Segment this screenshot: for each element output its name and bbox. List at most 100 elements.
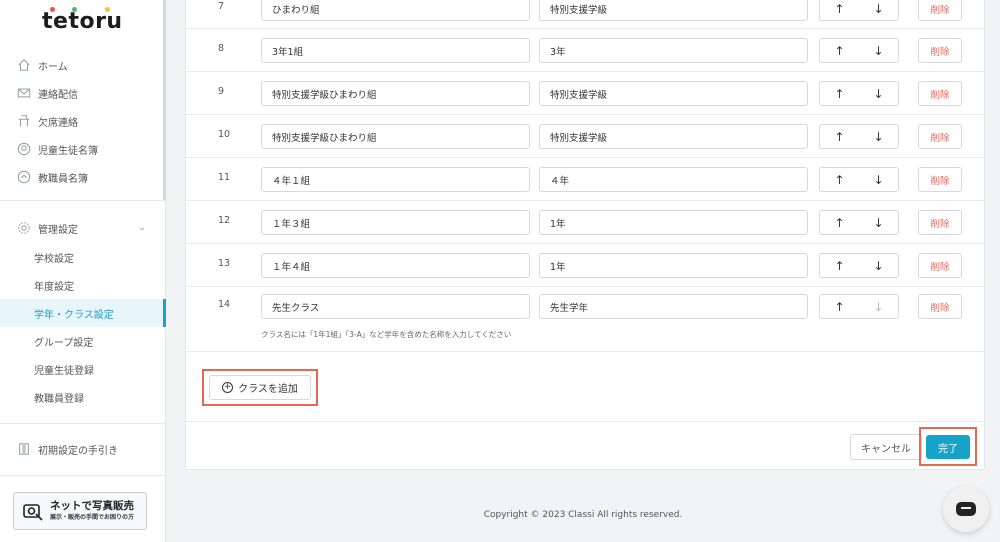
delete-button[interactable]: 削除	[918, 210, 962, 235]
logo-text: tetoru	[42, 9, 123, 34]
grade-select[interactable]: 特別支援学級	[539, 124, 808, 149]
grade-select[interactable]: 特別支援学級	[539, 0, 808, 21]
move-down-button[interactable]: ↓	[859, 254, 898, 277]
done-button[interactable]: 完了	[926, 435, 970, 459]
sub-item-label: 教職員登録	[34, 393, 84, 405]
delete-button[interactable]: 削除	[918, 0, 962, 21]
sub-student-registration[interactable]: 児童生徒登録	[0, 355, 166, 383]
copyright-text: Copyright © 2023 Classi All rights reser…	[483, 510, 683, 520]
footer: Copyright © 2023 Classi All rights reser…	[166, 488, 1000, 542]
delete-button[interactable]: 削除	[918, 167, 962, 192]
class-name-input[interactable]: １年４組	[261, 253, 530, 278]
row-number: 11	[218, 172, 231, 183]
nav-admin-settings[interactable]: 管理設定 ⌄	[0, 214, 166, 242]
class-name-input[interactable]: 特別支援学級ひまわり組	[261, 81, 530, 106]
row-number: 7	[218, 1, 225, 12]
reorder-buttons: ↑ ↓	[819, 210, 899, 235]
grade-select[interactable]: 1年	[539, 210, 808, 235]
gear-icon	[16, 220, 32, 236]
nav-setup-guide[interactable]: 初期設定の手引き	[0, 435, 166, 463]
row-number: 13	[218, 258, 231, 269]
delete-button[interactable]: 削除	[918, 124, 962, 149]
banner-text: ネットで写真販売 展示・販売の手間でお困りの方	[50, 500, 134, 522]
move-up-button[interactable]: ↑	[820, 0, 859, 20]
logo-dot-yellow	[105, 7, 110, 12]
nav-home[interactable]: ホーム	[0, 51, 166, 79]
move-up-button[interactable]: ↑	[820, 39, 859, 62]
tetoru-logo[interactable]: tetoru	[42, 7, 123, 35]
mail-icon	[16, 85, 32, 101]
move-down-button[interactable]: ↓	[859, 39, 898, 62]
chat-button[interactable]	[943, 486, 989, 532]
reorder-buttons: ↑ ↓	[819, 81, 899, 106]
section-divider	[186, 351, 984, 352]
delete-button[interactable]: 削除	[918, 38, 962, 63]
add-class-label: クラスを追加	[238, 384, 298, 395]
sub-item-label: 学年・クラス設定	[34, 309, 114, 321]
move-down-button[interactable]: ↓	[859, 82, 898, 105]
move-up-button[interactable]: ↑	[820, 82, 859, 105]
table-row: 9 特別支援学級ひまわり組 特別支援学級 ↑ ↓ 削除	[186, 72, 984, 115]
sub-school-settings[interactable]: 学校設定	[0, 243, 166, 271]
move-down-button[interactable]: ↓	[859, 0, 898, 20]
nav-absence[interactable]: 欠席連絡	[0, 107, 166, 135]
banner-subtitle: 展示・販売の手間でお困りの方	[50, 514, 135, 521]
camera-icon	[23, 504, 43, 521]
class-name-input[interactable]: ４年１組	[261, 167, 530, 192]
move-up-button[interactable]: ↑	[820, 125, 859, 148]
sub-group-settings[interactable]: グループ設定	[0, 327, 166, 355]
class-name-hint: クラス名には「1年1組」「3-A」など学年を含めた名称を入力してください	[261, 330, 512, 339]
delete-button[interactable]: 削除	[918, 294, 962, 319]
grade-select[interactable]: ４年	[539, 167, 808, 192]
sub-item-label: 学校設定	[34, 253, 74, 265]
reorder-buttons: ↑ ↓	[819, 294, 899, 319]
logo-dot-red	[50, 7, 55, 12]
chat-bubble-icon	[956, 502, 976, 516]
move-down-button[interactable]: ↓	[859, 168, 898, 191]
teacher-icon	[16, 169, 32, 185]
sidebar-divider	[0, 475, 166, 476]
nav-home-label: ホーム	[38, 61, 68, 73]
move-down-button[interactable]: ↓	[859, 295, 898, 318]
table-row: 10 特別支援学級ひまわり組 特別支援学級 ↑ ↓ 削除	[186, 115, 984, 158]
move-down-button[interactable]: ↓	[859, 211, 898, 234]
move-up-button[interactable]: ↑	[820, 295, 859, 318]
class-name-input[interactable]: ひまわり組	[261, 0, 530, 21]
reorder-buttons: ↑ ↓	[819, 253, 899, 278]
move-up-button[interactable]: ↑	[820, 211, 859, 234]
add-class-button[interactable]: + クラスを追加	[209, 375, 311, 400]
nav-students[interactable]: 児童生徒名簿	[0, 135, 166, 163]
sidebar-divider	[0, 200, 166, 201]
sub-teacher-registration[interactable]: 教職員登録	[0, 383, 166, 411]
plus-circle-icon: +	[222, 382, 234, 393]
move-up-button[interactable]: ↑	[820, 254, 859, 277]
photo-sales-banner[interactable]: ネットで写真販売 展示・販売の手間でお困りの方	[13, 492, 147, 530]
nav-messages[interactable]: 連絡配信	[0, 79, 166, 107]
add-class-highlight: + クラスを追加	[202, 369, 318, 406]
class-name-input[interactable]: 先生クラス	[261, 294, 530, 319]
move-up-button[interactable]: ↑	[820, 168, 859, 191]
row-number: 8	[218, 43, 225, 54]
move-down-button[interactable]: ↓	[859, 125, 898, 148]
delete-button[interactable]: 削除	[918, 253, 962, 278]
class-name-input[interactable]: 特別支援学級ひまわり組	[261, 124, 530, 149]
table-row: 12 １年３組 1年 ↑ ↓ 削除	[186, 201, 984, 244]
grade-select[interactable]: 特別支援学級	[539, 81, 808, 106]
sub-year-settings[interactable]: 年度設定	[0, 271, 166, 299]
grade-select[interactable]: 1年	[539, 253, 808, 278]
cancel-button[interactable]: キャンセル	[850, 434, 922, 460]
nav-teachers[interactable]: 教職員名簿	[0, 163, 166, 191]
row-number: 14	[218, 299, 231, 310]
sub-item-label: 年度設定	[34, 281, 74, 293]
class-name-input[interactable]: 3年1組	[261, 38, 530, 63]
row-number: 12	[218, 215, 231, 226]
class-name-input[interactable]: １年３組	[261, 210, 530, 235]
desk-icon	[16, 113, 32, 129]
done-highlight: 完了	[919, 427, 977, 466]
delete-button[interactable]: 削除	[918, 81, 962, 106]
row-number: 10	[218, 129, 231, 140]
grade-select[interactable]: 3年	[539, 38, 808, 63]
grade-select[interactable]: 先生学年	[539, 294, 808, 319]
sub-grade-class-settings[interactable]: 学年・クラス設定	[0, 299, 166, 327]
nav-students-label: 児童生徒名簿	[38, 145, 98, 157]
